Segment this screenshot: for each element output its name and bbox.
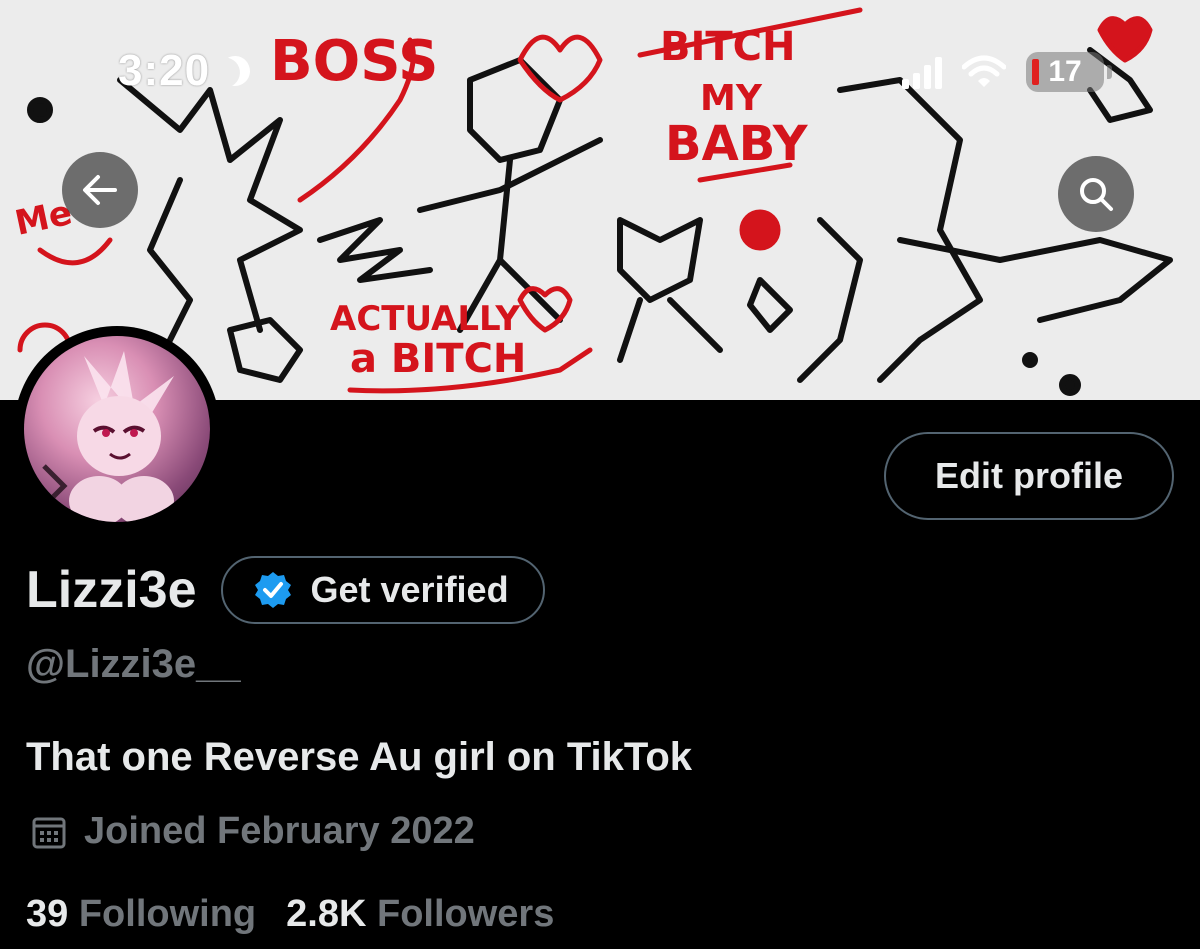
- get-verified-label: Get verified: [310, 569, 509, 610]
- name-row: Lizzi3e Get verified: [26, 556, 545, 624]
- profile-banner: Me BOSS BITCH MY BABY ACTUALLY a BITCH 3…: [0, 0, 1200, 400]
- banner-text-my: MY: [700, 78, 763, 119]
- edit-profile-button[interactable]: Edit profile: [884, 432, 1174, 520]
- search-button[interactable]: [1058, 156, 1134, 232]
- followers-label: Followers: [376, 893, 555, 935]
- followers-link[interactable]: 2.8K Followers: [286, 893, 554, 936]
- get-verified-button[interactable]: Get verified: [220, 556, 545, 624]
- verified-badge-icon: [254, 572, 291, 608]
- banner-text-baby: BABY: [665, 116, 809, 172]
- banner-text-a-bitch: a BITCH: [350, 336, 526, 382]
- arrow-left-icon: [83, 175, 117, 205]
- user-handle: @Lizzi3e__: [26, 642, 241, 686]
- calendar-icon: [32, 817, 66, 848]
- status-bar-indicators: 17: [902, 52, 1112, 92]
- following-count: 39: [26, 893, 69, 935]
- follow-stats: 39 Following 2.8K Followers: [26, 893, 554, 936]
- back-button[interactable]: [62, 152, 138, 228]
- joined-date-text: Joined February 2022: [84, 810, 475, 852]
- following-link[interactable]: 39 Following: [26, 893, 256, 936]
- status-bar-time: 3:20: [118, 46, 250, 96]
- moon-icon: [216, 52, 254, 90]
- avatar-artwork: [42, 351, 174, 522]
- banner-text-actually: ACTUALLY: [330, 299, 520, 339]
- profile-avatar[interactable]: [14, 326, 220, 532]
- cellular-signal-icon: [902, 55, 942, 89]
- banner-text-bitch: BITCH: [660, 24, 796, 70]
- status-time-text: 3:20: [118, 46, 211, 95]
- avatar-image: [24, 336, 210, 522]
- following-label: Following: [78, 893, 257, 935]
- profile-bio: That one Reverse Au girl on TikTok: [26, 735, 693, 779]
- display-name: Lizzi3e: [26, 561, 197, 619]
- search-icon: [1080, 178, 1113, 211]
- banner-text-boss: BOSS: [270, 29, 438, 94]
- wifi-icon: [962, 55, 1006, 87]
- followers-count: 2.8K: [286, 893, 367, 935]
- battery-level: 17: [1048, 55, 1082, 88]
- battery-indicator: 17: [1026, 52, 1112, 92]
- joined-date-row: Joined February 2022: [30, 810, 475, 853]
